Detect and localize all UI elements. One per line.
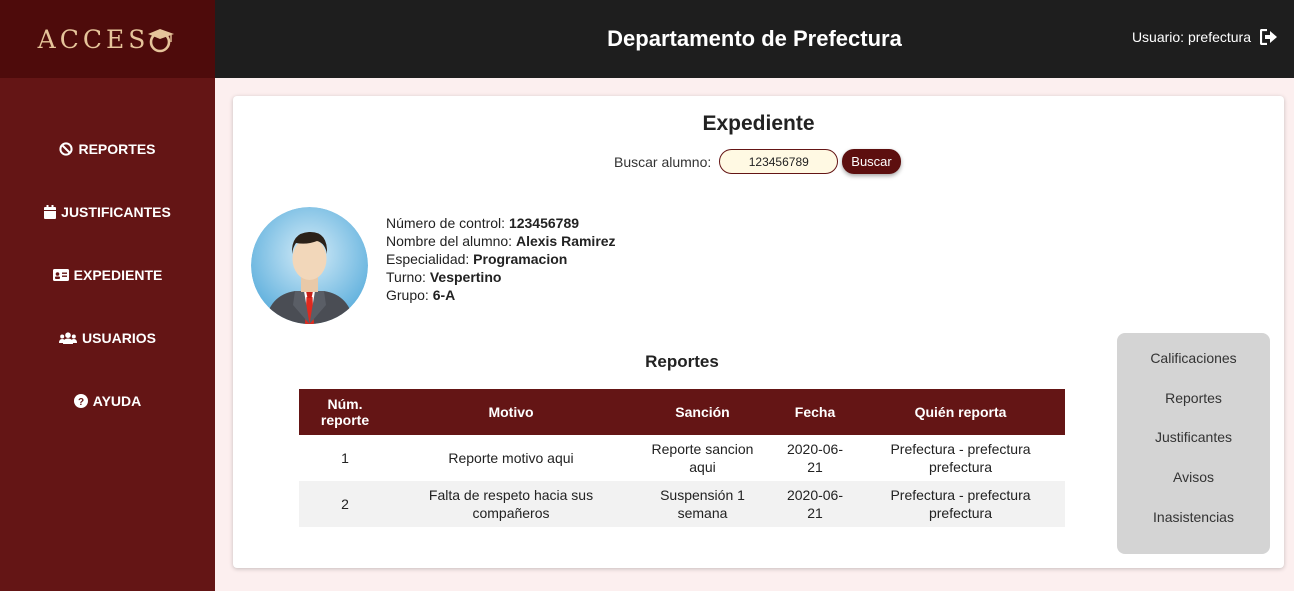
shift-value: Vespertino (429, 269, 502, 285)
column-header[interactable]: Motivo (391, 389, 631, 435)
column-header[interactable]: Fecha (774, 389, 856, 435)
table-cell: Reporte motivo aqui (448, 450, 574, 466)
search-label: Buscar alumno: (614, 153, 712, 170)
graduation-cap-icon (148, 29, 175, 53)
column-header[interactable]: Quién reporta (856, 389, 1065, 435)
search-button[interactable]: Buscar (842, 149, 901, 174)
table-cell: Suspensión 1 semana (631, 481, 774, 527)
calendar-icon (44, 204, 57, 219)
sidebar-item-label: EXPEDIENTE (73, 266, 163, 283)
search-bar: Buscar alumno: Buscar (614, 149, 901, 174)
table-cell: 2020-06-21 (774, 481, 856, 527)
student-name-row: Nombre del alumno: Alexis Ramirez (386, 233, 616, 249)
control-number-row: Número de control: 123456789 (386, 215, 580, 231)
shift-row: Turno: Vespertino (386, 269, 502, 285)
side-menu-avisos[interactable]: Avisos (1117, 457, 1270, 497)
table-cell: Reporte sancion aqui (651, 441, 754, 475)
sidebar-item-label: USUARIOS (82, 329, 156, 346)
sidebar-item-label: AYUDA (92, 392, 142, 409)
specialty-value: Programacion (473, 251, 568, 267)
column-header[interactable]: Sanción (631, 389, 774, 435)
sidebar-nav: REPORTES JUSTIFICANTES EXPEDIENTE USUARI… (0, 78, 215, 432)
card-title: Expediente (702, 112, 815, 135)
sidebar: ACCES REPORTES JUSTIFICANTES EXPEDIENTE … (0, 0, 215, 591)
table-cell: 2020-06-21 (786, 441, 844, 475)
logo[interactable]: ACCES (0, 0, 215, 78)
question-circle-icon: ? (73, 393, 88, 408)
sidebar-item-expediente[interactable]: EXPEDIENTE (0, 243, 215, 306)
student-info: Número de control: 123456789 Nombre del … (386, 214, 616, 304)
column-header[interactable]: Núm. reporte (299, 389, 391, 435)
sidebar-item-usuarios[interactable]: USUARIOS (0, 306, 215, 369)
user-info: Usuario: prefectura (1132, 29, 1278, 45)
record-side-menu: Calificaciones Reportes Justificantes Av… (1117, 333, 1270, 554)
side-menu-justificantes[interactable]: Justificantes (1117, 418, 1270, 458)
table-cell: Prefectura - prefectura prefectura (890, 441, 1031, 475)
expediente-card: Expediente Buscar alumno: Buscar (233, 96, 1284, 568)
ban-icon (59, 141, 74, 156)
topbar: Departamento de Prefectura Usuario: pref… (215, 0, 1294, 78)
table-cell: Prefectura - prefectura prefectura (856, 481, 1065, 527)
reports-table: Núm. reporte Motivo Sanción Fecha Quién … (299, 389, 1065, 527)
table-cell: Falta de respeto hacia sus compañeros (391, 481, 631, 527)
table-row[interactable]: 2 Falta de respeto hacia sus compañeros … (299, 481, 1065, 527)
avatar (251, 207, 368, 324)
user-label: Usuario: prefectura (1131, 29, 1251, 45)
table-cell: 2 (299, 481, 391, 527)
table-row[interactable]: 1 Reporte motivo aqui Reporte sancion aq… (299, 435, 1065, 481)
sidebar-item-justificantes[interactable]: JUSTIFICANTES (0, 180, 215, 243)
control-number-value: 123456789 (508, 215, 580, 231)
sidebar-item-reportes[interactable]: REPORTES (0, 117, 215, 180)
logo-text: ACCES (37, 24, 150, 54)
side-menu-calificaciones[interactable]: Calificaciones (1117, 338, 1270, 378)
table-cell: 1 (341, 450, 349, 466)
search-input[interactable] (719, 149, 839, 174)
table-header-row: Núm. reporte Motivo Sanción Fecha Quién … (299, 389, 1065, 435)
reports-title: Reportes (645, 352, 719, 371)
side-menu-inasistencias[interactable]: Inasistencias (1117, 497, 1270, 537)
group-value: 6-A (432, 287, 456, 303)
svg-text:?: ? (78, 397, 84, 408)
sidebar-item-label: REPORTES (78, 140, 156, 157)
student-name-value: Alexis Ramirez (515, 233, 616, 249)
group-row: Grupo: 6-A (386, 287, 456, 303)
id-card-icon (52, 268, 69, 281)
sidebar-item-ayuda[interactable]: ? AYUDA (0, 369, 215, 432)
sidebar-item-label: JUSTIFICANTES (61, 203, 171, 220)
sign-out-icon[interactable] (1260, 29, 1278, 45)
specialty-row: Especialidad: Programacion (386, 251, 568, 267)
side-menu-reportes[interactable]: Reportes (1117, 378, 1270, 418)
users-icon (59, 331, 78, 344)
